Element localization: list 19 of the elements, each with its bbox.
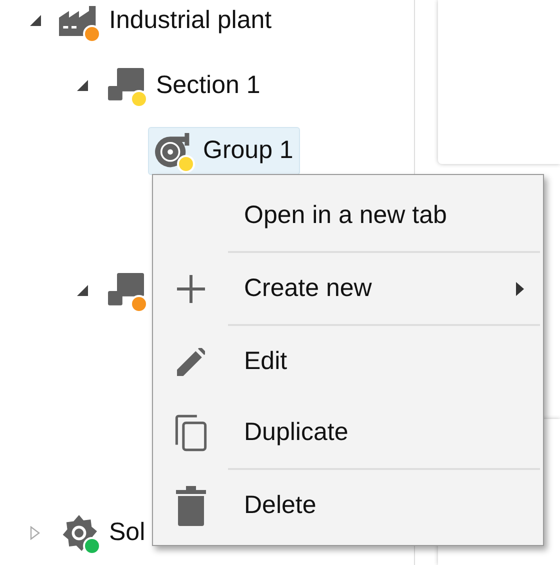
menu-item[interactable]: Edit	[153, 326, 540, 397]
menu-item[interactable]: Delete	[153, 470, 540, 541]
tree-node[interactable]: Section 1	[101, 62, 268, 110]
expanded-triangle-icon[interactable]	[77, 80, 88, 91]
squares-icon	[106, 68, 146, 104]
squares-icon	[106, 272, 146, 308]
expanded-triangle-icon[interactable]	[30, 15, 41, 26]
tree-node[interactable]: Sol	[54, 508, 152, 556]
copy-icon	[174, 412, 206, 452]
tree-node[interactable]: Industrial plant	[54, 0, 279, 44]
menu-item[interactable]: Create new	[153, 253, 540, 324]
menu-item[interactable]: Duplicate	[153, 397, 540, 468]
tree-node[interactable]: Group 1	[148, 126, 300, 174]
submenu-arrow-icon	[516, 282, 524, 296]
pencil-icon	[176, 348, 204, 376]
plus-icon	[176, 274, 204, 302]
menu-item[interactable]: Open in a new tab	[153, 180, 540, 251]
expanded-triangle-icon[interactable]	[77, 285, 88, 296]
trash-icon	[174, 486, 206, 526]
